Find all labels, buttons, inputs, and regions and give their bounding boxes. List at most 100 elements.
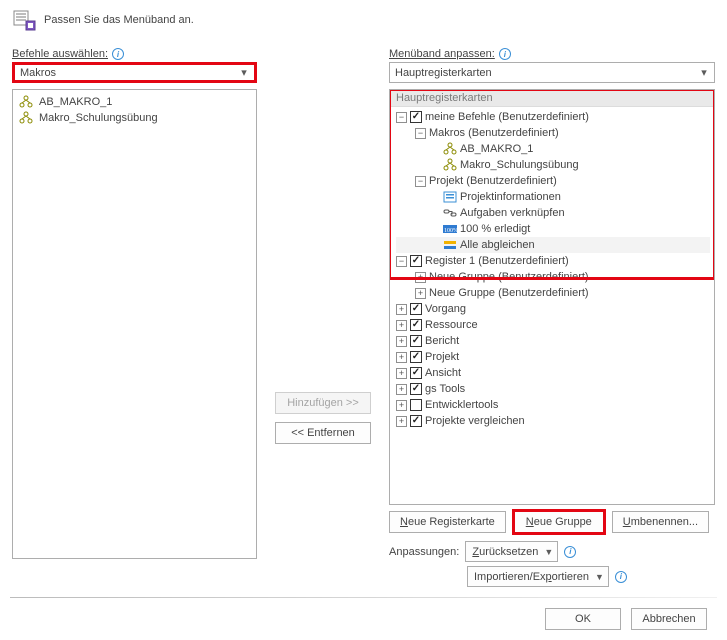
tree-node[interactable]: + Bericht [396, 333, 710, 349]
macro-icon [443, 142, 457, 156]
separator [10, 597, 717, 598]
chevron-down-icon: ▾ [236, 66, 252, 79]
chevron-down-icon: ▾ [696, 66, 712, 79]
collapse-icon[interactable]: − [396, 256, 407, 267]
tree-label: gs Tools [425, 381, 465, 397]
info-icon[interactable]: i [564, 546, 576, 558]
tree-label: Neue Gruppe (Benutzerdefiniert) [429, 269, 589, 285]
tree-label: Aufgaben verknüpfen [460, 205, 565, 221]
dialog-title: Passen Sie das Menüband an. [44, 14, 194, 26]
tree-label: Entwicklertools [425, 397, 498, 413]
tree-node[interactable]: Aufgaben verknüpfen [396, 205, 710, 221]
tree-node[interactable]: + Ressource [396, 317, 710, 333]
tree-node[interactable]: 100% 100 % erledigt [396, 221, 710, 237]
tree-node[interactable]: Makro_Schulungsübung [396, 157, 710, 173]
tree-node[interactable]: + Neue Gruppe (Benutzerdefiniert) [396, 269, 710, 285]
checkbox-icon[interactable] [410, 383, 422, 395]
remove-button[interactable]: << Entfernen [275, 422, 371, 444]
import-export-dropdown[interactable]: Importieren/Exportieren ▼ [467, 566, 609, 587]
tree-label: Ressource [425, 317, 478, 333]
expand-icon[interactable]: + [396, 336, 407, 347]
tree-node[interactable]: − Makros (Benutzerdefiniert) [396, 125, 710, 141]
checkbox-icon[interactable] [410, 335, 422, 347]
collapse-icon[interactable]: − [396, 112, 407, 123]
reset-dropdown[interactable]: Zurücksetzen ▼ [465, 541, 558, 562]
tree-label: Bericht [425, 333, 459, 349]
ok-button[interactable]: OK [545, 608, 621, 630]
tree-label: Makros (Benutzerdefiniert) [429, 125, 559, 141]
checkbox-icon[interactable] [410, 415, 422, 427]
checkbox-icon[interactable] [410, 367, 422, 379]
collapse-icon[interactable]: − [415, 176, 426, 187]
tree-node[interactable]: + gs Tools [396, 381, 710, 397]
macro-icon [19, 95, 33, 109]
level-all-icon [443, 239, 457, 251]
info-sheet-icon [443, 191, 457, 203]
tree-node[interactable]: Projektinformationen [396, 189, 710, 205]
expand-icon[interactable]: + [415, 288, 426, 299]
tree-node[interactable]: + Projekt [396, 349, 710, 365]
tree-label: Neue Gruppe (Benutzerdefiniert) [429, 285, 589, 301]
info-icon[interactable]: i [499, 48, 511, 60]
macro-icon [19, 111, 33, 125]
tree-node[interactable]: AB_MAKRO_1 [396, 141, 710, 157]
ribbon-target-combo[interactable]: Hauptregisterkarten ▾ [389, 62, 715, 83]
tree-node[interactable]: + Entwicklertools [396, 397, 710, 413]
ribbon-customize-icon [12, 8, 36, 32]
tree-node[interactable]: + Ansicht [396, 365, 710, 381]
svg-text:100%: 100% [444, 228, 457, 234]
ribbon-tree[interactable]: Hauptregisterkarten − meine Befehle (Ben… [389, 89, 715, 505]
list-item-label: Makro_Schulungsübung [39, 112, 158, 124]
chevron-down-icon: ▼ [595, 572, 604, 582]
tree-label: Vorgang [425, 301, 466, 317]
cancel-button[interactable]: Abbrechen [631, 608, 707, 630]
chevron-down-icon: ▼ [544, 547, 553, 557]
tree-label: Alle abgleichen [460, 237, 535, 253]
reset-label: Zurücksetzen [472, 546, 538, 558]
tree-label: AB_MAKRO_1 [460, 141, 533, 157]
rename-button[interactable]: Umbenennen... [612, 511, 709, 533]
choose-commands-combo[interactable]: Makros ▾ [12, 62, 257, 83]
tree-label: 100 % erledigt [460, 221, 530, 237]
info-icon[interactable]: i [615, 571, 627, 583]
tree-label: Projekte vergleichen [425, 413, 525, 429]
checkbox-icon[interactable] [410, 111, 422, 123]
tree-label: meine Befehle (Benutzerdefiniert) [425, 109, 589, 125]
customize-ribbon-label: Menüband anpassen: [389, 48, 495, 60]
checkbox-icon[interactable] [410, 319, 422, 331]
choose-commands-label: Befehle auswählen: [12, 48, 108, 60]
tree-node[interactable]: + Projekte vergleichen [396, 413, 710, 429]
tree-label: Projektinformationen [460, 189, 561, 205]
collapse-icon[interactable]: − [415, 128, 426, 139]
info-icon[interactable]: i [112, 48, 124, 60]
expand-icon[interactable]: + [396, 416, 407, 427]
tree-label: Register 1 (Benutzerdefiniert) [425, 253, 569, 269]
tree-node[interactable]: − Register 1 (Benutzerdefiniert) [396, 253, 710, 269]
new-group-button[interactable]: Neue Gruppe [514, 511, 604, 533]
checkbox-icon[interactable] [410, 303, 422, 315]
percent-100-icon: 100% [443, 223, 457, 235]
expand-icon[interactable]: + [396, 384, 407, 395]
tree-node-selected[interactable]: Alle abgleichen [396, 237, 710, 253]
checkbox-icon[interactable] [410, 255, 422, 267]
list-item[interactable]: Makro_Schulungsübung [17, 110, 252, 126]
choose-commands-value: Makros [20, 67, 56, 79]
checkbox-icon[interactable] [410, 399, 422, 411]
tree-node[interactable]: − meine Befehle (Benutzerdefiniert) [396, 109, 710, 125]
expand-icon[interactable]: + [415, 272, 426, 283]
tree-node[interactable]: + Vorgang [396, 301, 710, 317]
macro-icon [443, 158, 457, 172]
new-tab-button[interactable]: Neue Registerkarte [389, 511, 506, 533]
tree-node[interactable]: + Neue Gruppe (Benutzerdefiniert) [396, 285, 710, 301]
expand-icon[interactable]: + [396, 352, 407, 363]
expand-icon[interactable]: + [396, 400, 407, 411]
list-item[interactable]: AB_MAKRO_1 [17, 94, 252, 110]
expand-icon[interactable]: + [396, 368, 407, 379]
tree-label: Projekt (Benutzerdefiniert) [429, 173, 557, 189]
tree-header: Hauptregisterkarten [390, 90, 714, 107]
tree-node[interactable]: − Projekt (Benutzerdefiniert) [396, 173, 710, 189]
checkbox-icon[interactable] [410, 351, 422, 363]
expand-icon[interactable]: + [396, 320, 407, 331]
commands-listbox[interactable]: AB_MAKRO_1 Makro_Schulungsübung [12, 89, 257, 559]
expand-icon[interactable]: + [396, 304, 407, 315]
